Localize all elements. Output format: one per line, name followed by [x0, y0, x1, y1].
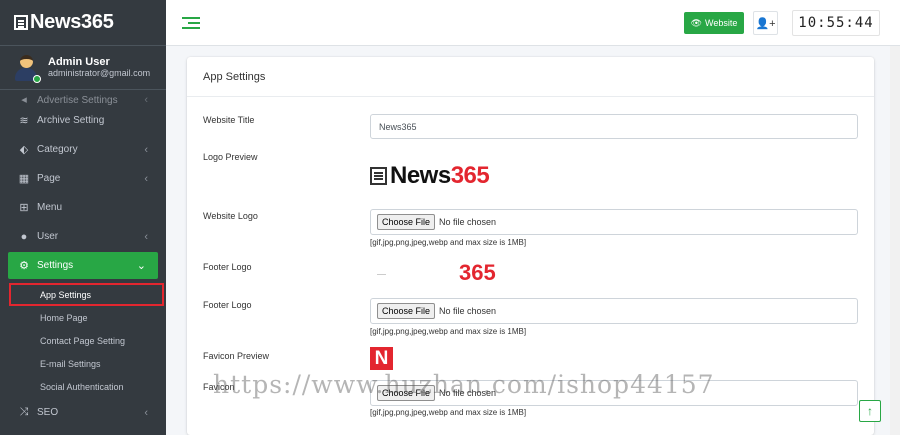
- sidebar-subitem-social-authentication[interactable]: Social Authentication: [0, 375, 166, 398]
- sidebar-item-archive-setting[interactable]: ≋ Archive Setting: [0, 106, 166, 135]
- website-title-input[interactable]: [370, 114, 858, 139]
- waves-icon: ≋: [19, 115, 29, 127]
- scroll-to-top-button[interactable]: ↑: [859, 400, 881, 422]
- gift-icon: ⊞: [19, 202, 29, 214]
- chevron-down-icon: ⌄: [136, 260, 146, 272]
- choose-file-button[interactable]: Choose File: [377, 303, 436, 319]
- sidebar-item-label: Menu: [37, 202, 63, 213]
- user-panel[interactable]: Admin User administrator@gmail.com: [0, 46, 166, 90]
- file-hint: [gif,jpg,png,jpeg,webp and max size is 1…: [370, 408, 527, 417]
- file-hint: [gif,jpg,png,jpeg,webp and max size is 1…: [370, 238, 527, 247]
- sidebar-item-category[interactable]: ⬖ Category ‹: [0, 135, 166, 164]
- logo-preview: News365: [370, 162, 490, 190]
- add-user-icon: 👤+: [755, 17, 776, 30]
- footer-logo-preview-label: Footer Logo: [203, 262, 252, 272]
- brand-name: News365: [30, 11, 114, 33]
- chevron-left-icon: ‹: [144, 172, 148, 185]
- gear-icon: ⚙: [19, 260, 29, 272]
- sidebar-item-user[interactable]: ● User ‹: [0, 222, 166, 251]
- add-user-button[interactable]: 👤+: [753, 11, 778, 35]
- eye-icon: 👁: [690, 17, 703, 28]
- user-icon: ●: [20, 230, 28, 243]
- newspaper-icon: [370, 167, 387, 185]
- footer-logo-preview: 365: [459, 260, 496, 285]
- watermark: https://www.huzhan.com/ishop44157: [213, 370, 715, 399]
- sidebar-item-label: Archive Setting: [37, 115, 105, 126]
- sidebar-subitem-contact-page-setting[interactable]: Contact Page Setting: [0, 329, 166, 352]
- sidebar-item-label: SEO: [37, 407, 59, 418]
- logo-preview-label: Logo Preview: [203, 152, 258, 162]
- digital-clock: 10:55:44: [792, 10, 880, 36]
- chevron-left-icon: ‹: [144, 406, 148, 419]
- brand[interactable]: News365: [0, 0, 166, 46]
- choose-file-button[interactable]: Choose File: [377, 214, 436, 230]
- sidebar: News365 Admin User administrator@gmail.c…: [0, 0, 166, 435]
- card-title: App Settings: [187, 57, 874, 97]
- website-title-label: Website Title: [203, 115, 255, 125]
- avatar: [14, 54, 41, 83]
- top-header: 👁 Website 👤+ 10:55:44: [166, 0, 900, 46]
- sidebar-item-label: Page: [37, 173, 61, 184]
- website-button[interactable]: 👁 Website: [684, 12, 744, 34]
- sidebar-item-seo[interactable]: ⤨ SEO ‹: [0, 398, 166, 427]
- footer-logo-label: Footer Logo: [203, 300, 252, 310]
- tag-icon: ⬖: [19, 144, 29, 156]
- chevron-left-icon: ‹: [144, 94, 148, 106]
- website-logo-file-input[interactable]: Choose File No file chosen: [370, 209, 858, 235]
- user-email: administrator@gmail.com: [48, 67, 151, 78]
- sidebar-subitem-email-settings[interactable]: E-mail Settings: [0, 352, 166, 375]
- favicon-preview: N: [370, 347, 393, 370]
- sidebar-subitem-app-settings[interactable]: App Settings: [9, 283, 164, 306]
- megaphone-icon: ◂: [21, 94, 27, 106]
- sidebar-item-label: Advertise Settings: [37, 95, 118, 106]
- user-name: Admin User: [48, 56, 110, 68]
- page-scrollbar[interactable]: [890, 46, 900, 435]
- file-hint: [gif,jpg,png,jpeg,webp and max size is 1…: [370, 327, 527, 336]
- newspaper-icon: [14, 15, 28, 30]
- sidebar-item-settings[interactable]: ⚙ Settings ⌄: [8, 252, 158, 279]
- sidebar-item-label: Category: [37, 144, 78, 155]
- footer-logo-file-input[interactable]: Choose File No file chosen: [370, 298, 858, 324]
- website-logo-label: Website Logo: [203, 211, 258, 221]
- sidebar-item-page[interactable]: ▦ Page ‹: [0, 164, 166, 193]
- sidebar-item-label: Settings: [37, 260, 74, 271]
- file-status: No file chosen: [439, 217, 497, 227]
- sidebar-item-label: User: [37, 231, 59, 242]
- file-status: No file chosen: [439, 306, 497, 316]
- chevron-left-icon: ‹: [144, 143, 148, 156]
- chevron-left-icon: ‹: [144, 230, 148, 243]
- shuffle-icon: ⤨: [19, 406, 29, 418]
- arrow-up-icon: ↑: [867, 404, 873, 418]
- favicon-preview-label: Favicon Preview: [203, 351, 270, 361]
- sidebar-nav: ◂ Advertise Settings ‹ ≋ Archive Setting…: [0, 92, 166, 427]
- page-grid-icon: ▦: [18, 173, 30, 185]
- sidebar-subitem-home-page[interactable]: Home Page: [0, 306, 166, 329]
- sidebar-item-menu[interactable]: ⊞ Menu: [0, 193, 166, 222]
- sidebar-item-advertise-settings[interactable]: ◂ Advertise Settings ‹: [0, 92, 166, 106]
- menu-toggle-icon[interactable]: [182, 17, 200, 32]
- online-status-icon: [33, 74, 41, 83]
